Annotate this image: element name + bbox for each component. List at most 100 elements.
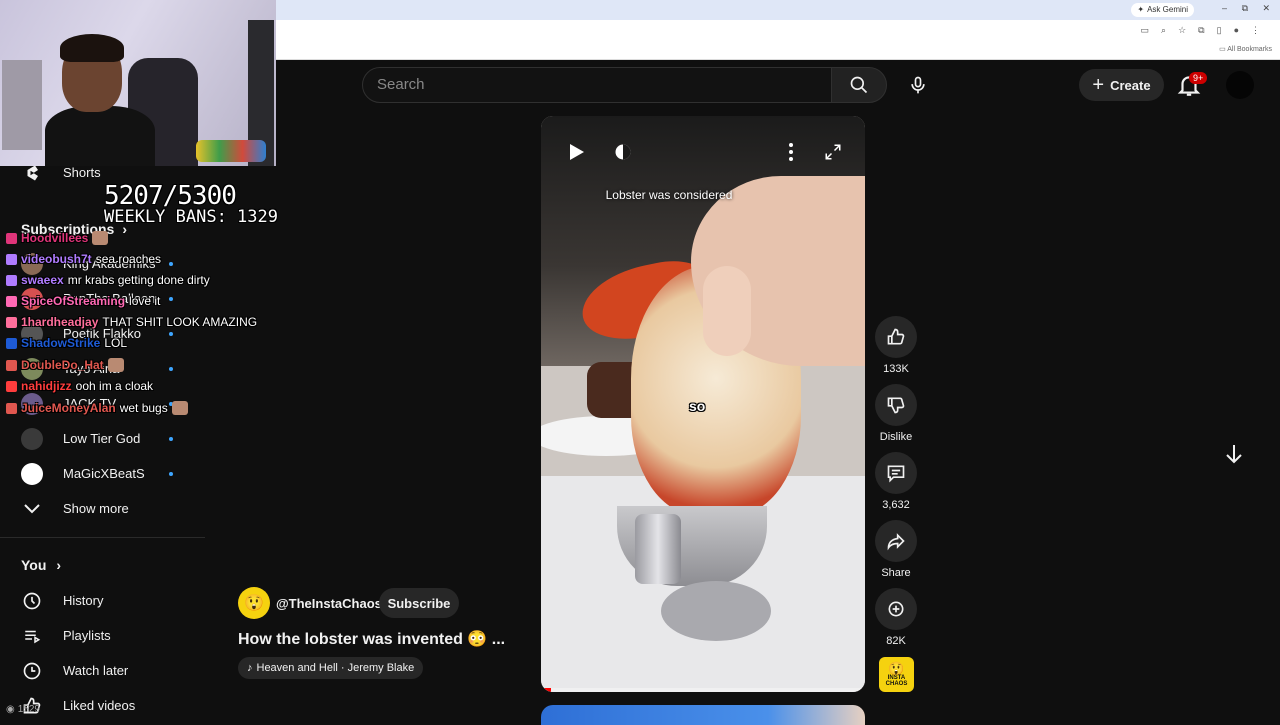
next-video-preview[interactable] bbox=[541, 705, 865, 725]
menu-icon[interactable]: ⋮ bbox=[1251, 25, 1260, 36]
channel-avatar bbox=[21, 427, 43, 450]
browser-toolbar-icons: ▭ ⌕ ☆ ⧉ ▯ ● ⋮ bbox=[1141, 25, 1260, 36]
search-input[interactable]: Search bbox=[362, 67, 832, 103]
music-label: Heaven and Hell · Jeremy Blake bbox=[256, 662, 415, 674]
remix-icon bbox=[888, 601, 904, 617]
more-options-button[interactable] bbox=[779, 140, 803, 164]
shocked-face-icon: 😲 bbox=[244, 595, 264, 612]
zoom-icon[interactable]: ⌕ bbox=[1161, 25, 1166, 36]
browser-tab-strip: ✦ Ask Gemini – ⧉ ✕ bbox=[276, 0, 1280, 20]
bookmark-star-icon[interactable]: ☆ bbox=[1178, 25, 1186, 36]
plus-icon: + bbox=[1092, 74, 1105, 96]
cast-icon[interactable]: ▭ bbox=[1141, 25, 1150, 36]
live-indicator bbox=[169, 331, 173, 336]
sidebar-item-label: Playlists bbox=[63, 628, 111, 643]
viewer-count-label: 1529 bbox=[17, 704, 40, 715]
sidebar-item-label: Watch later bbox=[63, 663, 129, 678]
sidebar-channel[interactable]: MaGicXBeatS bbox=[0, 456, 205, 491]
chat-text: mr krabs getting done dirty bbox=[67, 273, 210, 287]
chat-message: videobush7t sea roaches bbox=[6, 252, 161, 266]
ask-gemini-button[interactable]: ✦ Ask Gemini bbox=[1131, 3, 1194, 17]
chat-message: SpiceOfStreaming love it bbox=[6, 294, 160, 308]
chat-message: swaeex mr krabs getting done dirty bbox=[6, 273, 210, 287]
chat-username: swaeex bbox=[21, 273, 64, 287]
sidebar-item-label: History bbox=[63, 593, 104, 608]
music-chip[interactable]: ♪ Heaven and Hell · Jeremy Blake bbox=[238, 657, 424, 679]
clock-icon bbox=[20, 659, 44, 683]
like-count: 133K bbox=[883, 363, 909, 375]
sidebar-item-playlists[interactable]: Playlists bbox=[0, 618, 205, 653]
chat-badge-icon bbox=[6, 253, 17, 265]
chevron-down-icon bbox=[20, 497, 44, 521]
channel-handle[interactable]: @TheInstaChaos bbox=[276, 596, 382, 611]
video-caption-word: so bbox=[689, 398, 706, 414]
chat-badge-icon bbox=[6, 402, 17, 414]
sidebar-item-label: Shorts bbox=[63, 165, 101, 180]
create-label: Create bbox=[1110, 77, 1151, 93]
account-avatar[interactable] bbox=[1226, 71, 1254, 99]
comment-count: 3,632 bbox=[882, 499, 910, 511]
dislike-button[interactable] bbox=[875, 384, 917, 426]
chat-username: Hoodvillees bbox=[21, 231, 89, 245]
chat-emote-icon bbox=[171, 401, 188, 415]
history-icon bbox=[20, 589, 44, 613]
sidebar-item-watch-later[interactable]: Watch later bbox=[0, 653, 205, 688]
profile-icon[interactable]: ● bbox=[1234, 25, 1239, 36]
remix-button[interactable] bbox=[875, 588, 917, 630]
webcam-toys bbox=[196, 140, 266, 162]
music-note-icon: ♪ bbox=[247, 662, 253, 674]
chat-text: sea roaches bbox=[95, 252, 162, 266]
channel-avatar bbox=[21, 462, 43, 485]
close-window-button[interactable]: ✕ bbox=[1262, 3, 1270, 14]
play-button[interactable] bbox=[565, 140, 589, 164]
chat-text: love it bbox=[129, 294, 161, 308]
browser-address-bar: ▭ ⌕ ☆ ⧉ ▯ ● ⋮ ▭ All Bookmarks bbox=[276, 20, 1280, 60]
channel-avatar[interactable]: 😲 bbox=[238, 587, 270, 619]
create-button[interactable]: + Create bbox=[1079, 69, 1164, 101]
sidepanel-icon[interactable]: ▯ bbox=[1217, 25, 1222, 36]
chat-username: ShadowStrike bbox=[21, 336, 101, 350]
show-more-button[interactable]: Show more bbox=[0, 491, 205, 526]
chat-username: SpiceOfStreaming bbox=[21, 294, 126, 308]
video-title[interactable]: How the lobster was invented 😳 ... bbox=[238, 629, 505, 649]
shorts-video-player[interactable]: Lobster was considered so bbox=[541, 116, 865, 692]
live-indicator bbox=[169, 471, 173, 476]
share-button[interactable] bbox=[875, 520, 917, 562]
search-button[interactable] bbox=[831, 67, 887, 103]
chat-text: THAT SHIT LOOK AMAZING bbox=[102, 315, 258, 329]
comments-button[interactable] bbox=[875, 452, 917, 494]
ask-gemini-label: Ask Gemini bbox=[1147, 5, 1188, 14]
chat-badge-icon bbox=[6, 380, 17, 392]
subscribe-button[interactable]: Subscribe bbox=[379, 588, 459, 618]
voice-search-button[interactable] bbox=[900, 67, 936, 103]
progress-track[interactable] bbox=[541, 688, 865, 692]
next-video-arrow-icon[interactable] bbox=[1222, 442, 1246, 466]
search-icon bbox=[850, 76, 868, 94]
all-bookmarks[interactable]: ▭ All Bookmarks bbox=[1219, 45, 1272, 53]
chat-username: DoubleDo_Hat bbox=[21, 358, 104, 372]
chat-badge-icon bbox=[6, 295, 17, 307]
video-caption-top: Lobster was considered bbox=[605, 188, 733, 202]
sidebar-channel[interactable]: Low Tier God bbox=[0, 421, 205, 456]
eye-icon: ◉ bbox=[6, 704, 15, 715]
microphone-icon bbox=[911, 76, 925, 94]
minimize-button[interactable]: – bbox=[1222, 3, 1227, 13]
ban-counter-overlay: 5207/5300 WEEKLY BANS: 1329 bbox=[104, 183, 278, 226]
you-heading[interactable]: You › bbox=[21, 557, 61, 573]
webcam-overlay bbox=[0, 0, 276, 166]
fullscreen-button[interactable] bbox=[821, 140, 845, 164]
volume-button[interactable] bbox=[611, 140, 635, 164]
progress-fill bbox=[541, 688, 551, 692]
chat-message: DoubleDo_Hat bbox=[6, 358, 124, 372]
chat-badge-icon bbox=[6, 359, 17, 371]
dislike-label: Dislike bbox=[879, 431, 913, 443]
chat-emote-icon bbox=[92, 231, 109, 245]
ban-count: 5207/5300 bbox=[104, 181, 237, 211]
channel-thumbnail[interactable]: 😲 INSTA CHAOS bbox=[879, 657, 914, 692]
sidebar-item-history[interactable]: History bbox=[0, 583, 205, 618]
maximize-button[interactable]: ⧉ bbox=[1242, 3, 1248, 14]
sidebar-channel-label: Low Tier God bbox=[63, 431, 141, 446]
chat-message: 1hardheadjay THAT SHIT LOOK AMAZING bbox=[6, 315, 257, 329]
extensions-icon[interactable]: ⧉ bbox=[1198, 25, 1204, 36]
like-button[interactable] bbox=[875, 316, 917, 358]
